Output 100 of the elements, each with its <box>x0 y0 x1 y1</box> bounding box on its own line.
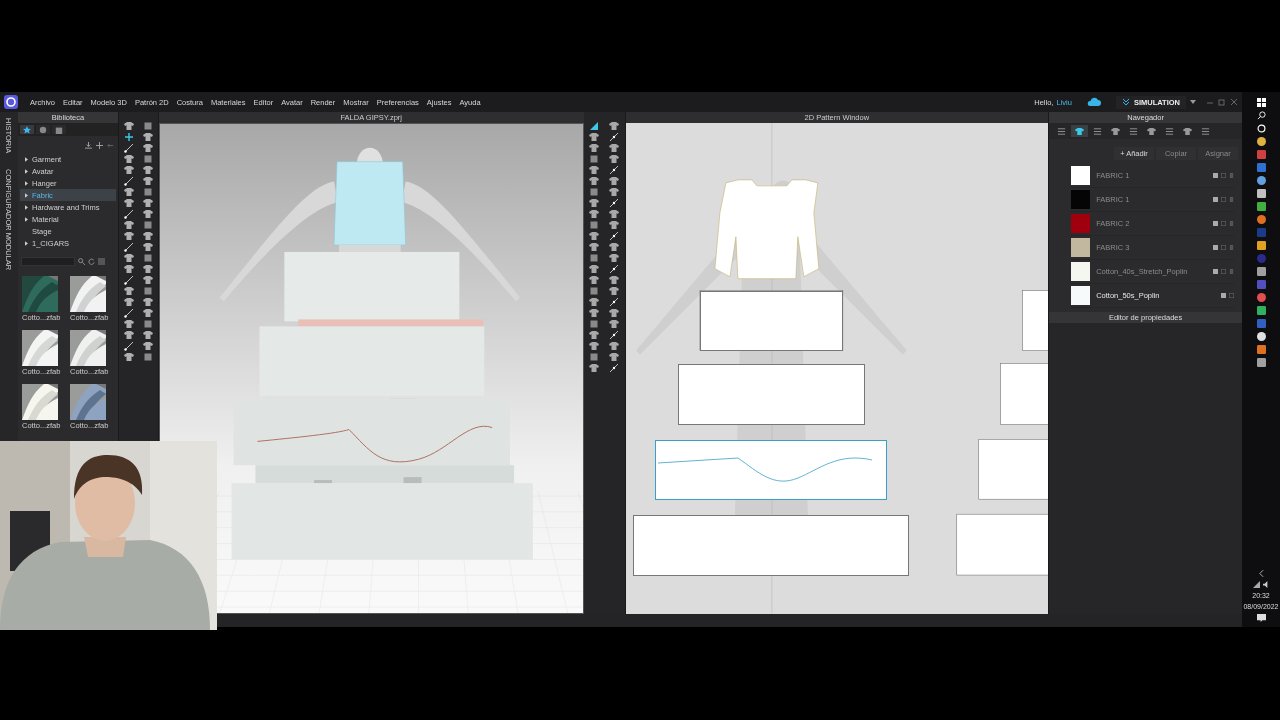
line-tool-icon[interactable] <box>609 296 620 307</box>
line-tool-icon[interactable] <box>609 329 620 340</box>
close-icon[interactable] <box>1230 98 1238 106</box>
line-tool-icon[interactable] <box>123 307 134 318</box>
square-icon[interactable] <box>143 252 154 263</box>
plus-icon[interactable] <box>123 131 134 142</box>
speaker-icon[interactable] <box>1262 581 1270 588</box>
square-icon[interactable] <box>143 285 154 296</box>
shirt-icon[interactable] <box>609 340 620 351</box>
shirt-icon[interactable] <box>588 142 599 153</box>
shirt-icon[interactable] <box>123 318 134 329</box>
shirt-icon[interactable] <box>143 340 154 351</box>
square-icon[interactable] <box>588 318 599 329</box>
shirt-icon[interactable] <box>143 274 154 285</box>
shirt-icon[interactable] <box>143 131 154 142</box>
cloud-icon[interactable] <box>1085 96 1102 108</box>
line-tool-icon[interactable] <box>609 197 620 208</box>
shirt-icon[interactable] <box>143 241 154 252</box>
shirt-icon[interactable] <box>609 186 620 197</box>
shirt-icon[interactable] <box>609 120 620 131</box>
square-icon[interactable] <box>143 219 154 230</box>
shirt-icon[interactable] <box>588 241 599 252</box>
shirt-icon[interactable] <box>609 252 620 263</box>
shirt-icon[interactable] <box>143 307 154 318</box>
square-icon[interactable] <box>588 285 599 296</box>
add-icon[interactable] <box>95 142 103 149</box>
library-tab[interactable] <box>20 125 34 134</box>
pattern-piece[interactable] <box>654 440 887 500</box>
line-tool-icon[interactable] <box>123 241 134 252</box>
shirt-icon[interactable] <box>123 252 134 263</box>
shirt-icon[interactable] <box>123 329 134 340</box>
square-icon[interactable] <box>588 252 599 263</box>
circle-icon[interactable] <box>1256 124 1266 133</box>
wifi-icon[interactable] <box>1252 581 1260 588</box>
shirt-icon[interactable] <box>123 219 134 230</box>
shirt-icon[interactable] <box>609 153 620 164</box>
shirt-icon[interactable] <box>143 329 154 340</box>
square-icon[interactable] <box>143 120 154 131</box>
shirt-icon[interactable] <box>123 296 134 307</box>
square-icon[interactable] <box>588 153 599 164</box>
shirt-icon[interactable] <box>123 153 134 164</box>
notification-icon[interactable] <box>1256 614 1266 623</box>
square-icon[interactable] <box>143 186 154 197</box>
line-tool-icon[interactable] <box>609 131 620 142</box>
shirt-icon[interactable] <box>123 120 134 131</box>
shirt-icon[interactable] <box>609 318 620 329</box>
chevron-icon[interactable] <box>1258 570 1264 577</box>
line-tool-icon[interactable] <box>123 274 134 285</box>
refresh-icon[interactable] <box>88 258 95 265</box>
shirt-icon[interactable] <box>588 362 599 373</box>
line-tool-icon[interactable] <box>609 263 620 274</box>
shirt-icon[interactable] <box>588 131 599 142</box>
line-tool-icon[interactable] <box>123 175 134 186</box>
navigator-tab[interactable] <box>1071 125 1089 137</box>
line-tool-icon[interactable] <box>123 208 134 219</box>
shirt-icon[interactable] <box>609 241 620 252</box>
square-icon[interactable] <box>143 351 154 362</box>
line-tool-icon[interactable] <box>609 230 620 241</box>
shirt-icon[interactable] <box>143 263 154 274</box>
shirt-icon[interactable] <box>609 285 620 296</box>
shirt-icon[interactable] <box>123 164 134 175</box>
shirt-icon[interactable] <box>123 197 134 208</box>
triangle-icon[interactable] <box>588 120 599 131</box>
shirt-icon[interactable] <box>609 142 620 153</box>
shirt-icon[interactable] <box>123 285 134 296</box>
square-icon[interactable] <box>588 219 599 230</box>
shirt-icon[interactable] <box>143 175 154 186</box>
shirt-icon[interactable] <box>123 263 134 274</box>
shirt-icon[interactable] <box>609 175 620 186</box>
shirt-icon[interactable] <box>588 274 599 285</box>
library-tab[interactable] <box>52 125 66 134</box>
line-tool-icon[interactable] <box>609 164 620 175</box>
shirt-icon[interactable] <box>609 274 620 285</box>
search-icon[interactable] <box>1256 111 1266 120</box>
square-icon[interactable] <box>588 351 599 362</box>
caret-icon[interactable] <box>1190 100 1196 104</box>
shirt-icon[interactable] <box>143 197 154 208</box>
shirt-icon[interactable] <box>588 175 599 186</box>
windows-icon[interactable] <box>1256 98 1266 107</box>
shirt-icon[interactable] <box>609 208 620 219</box>
shirt-icon[interactable] <box>143 142 154 153</box>
line-tool-icon[interactable] <box>123 142 134 153</box>
shirt-icon[interactable] <box>588 340 599 351</box>
shirt-icon[interactable] <box>143 164 154 175</box>
shirt-icon[interactable] <box>609 219 620 230</box>
shirt-icon[interactable] <box>609 351 620 362</box>
line-tool-icon[interactable] <box>123 340 134 351</box>
pattern-piece[interactable] <box>699 291 843 351</box>
download-icon[interactable] <box>84 142 92 149</box>
shirt-icon[interactable] <box>588 329 599 340</box>
shirt-icon[interactable] <box>588 164 599 175</box>
shirt-icon[interactable] <box>588 307 599 318</box>
square-icon[interactable] <box>143 153 154 164</box>
shirt-icon[interactable] <box>588 230 599 241</box>
shirt-icon[interactable] <box>588 197 599 208</box>
line-tool-icon[interactable] <box>609 362 620 373</box>
square-icon[interactable] <box>588 186 599 197</box>
square-icon[interactable] <box>143 318 154 329</box>
library-tab[interactable] <box>36 125 50 134</box>
shirt-icon[interactable] <box>609 307 620 318</box>
